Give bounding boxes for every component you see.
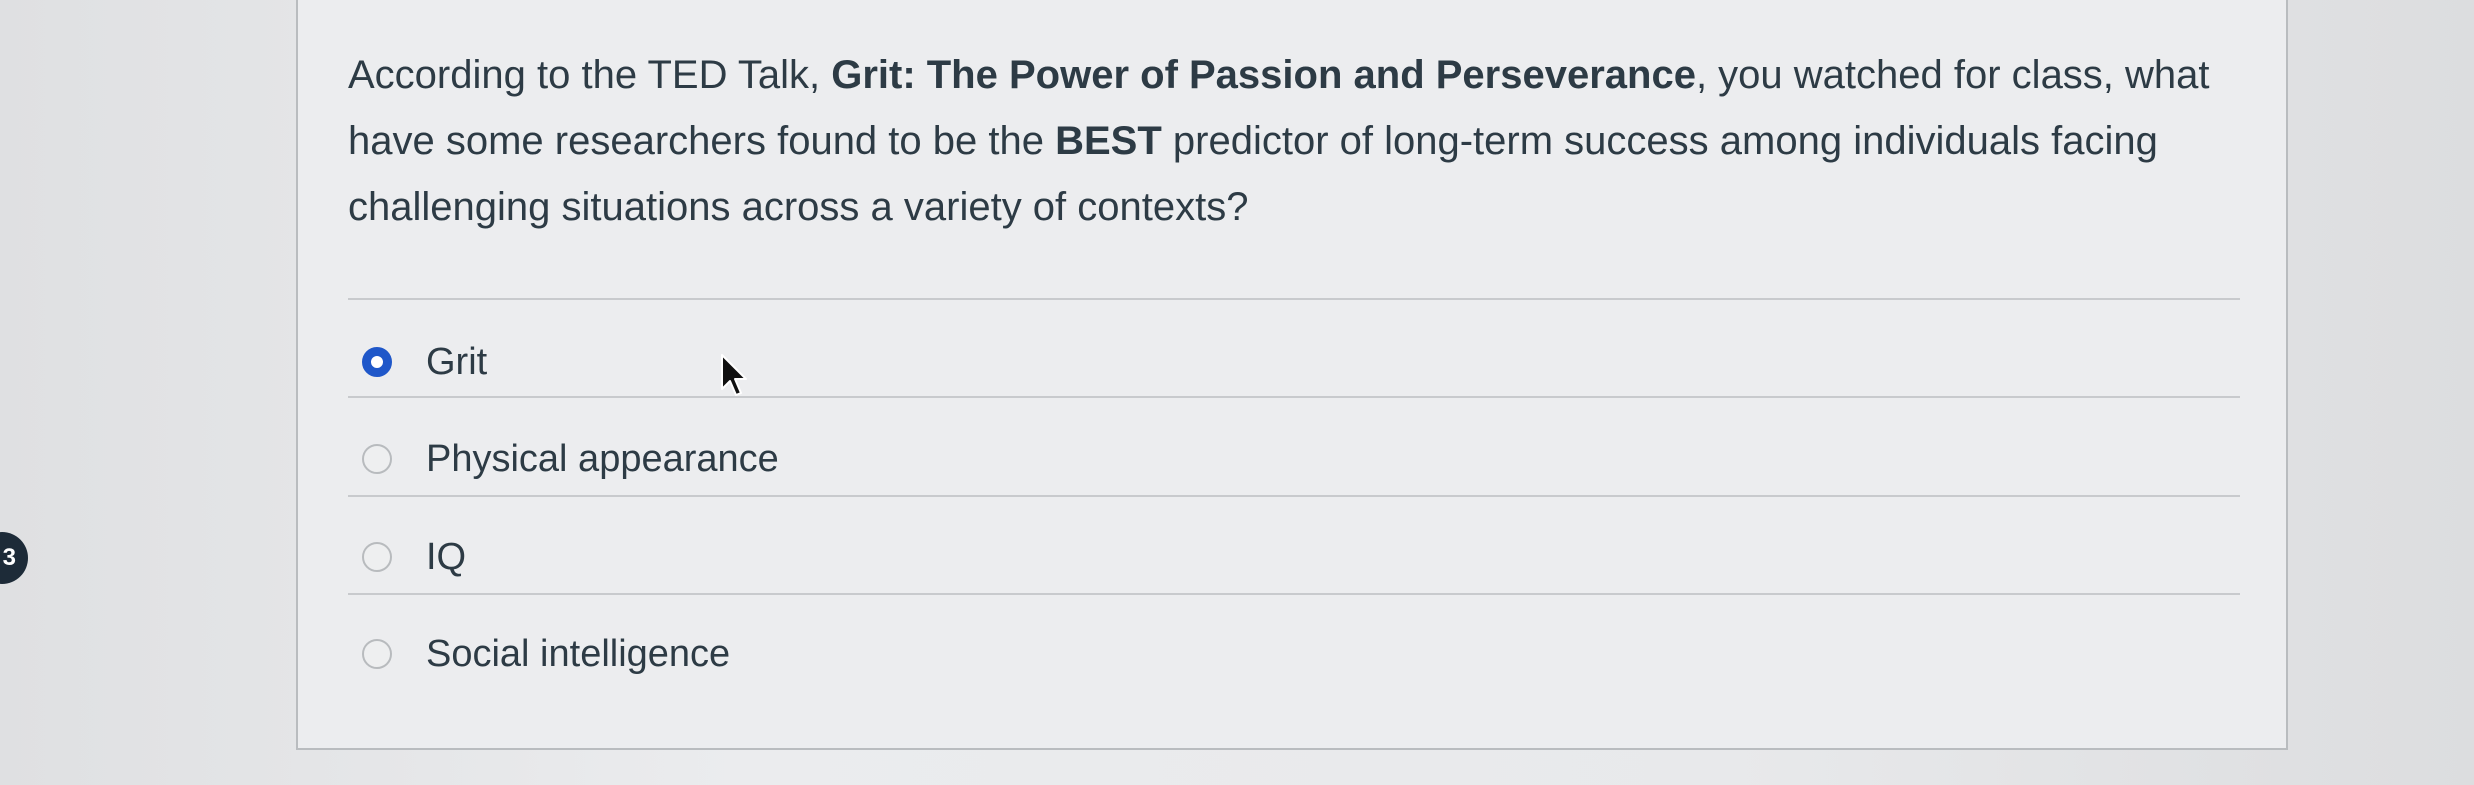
radio-button[interactable]	[362, 444, 392, 474]
answer-label[interactable]: IQ	[426, 536, 466, 579]
answer-divider	[348, 495, 2240, 497]
answer-divider	[348, 593, 2240, 595]
question-card: According to the TED Talk, Grit: The Pow…	[296, 0, 2288, 750]
answer-option-iq[interactable]: IQ	[348, 509, 2240, 605]
answer-label[interactable]: Physical appearance	[426, 438, 779, 481]
answer-option-social-intelligence[interactable]: Social intelligence	[348, 606, 2240, 702]
answer-label[interactable]: Social intelligence	[426, 633, 730, 676]
answers-top-divider	[348, 298, 2240, 300]
answer-option-physical-appearance[interactable]: Physical appearance	[348, 411, 2240, 507]
emphasis-best: BEST	[1055, 119, 1162, 163]
talk-title: Grit: The Power of Passion and Persevera…	[831, 53, 1696, 97]
radio-button[interactable]	[362, 542, 392, 572]
question-text-part1: According to the TED Talk,	[348, 53, 832, 97]
answer-label[interactable]: Grit	[426, 341, 487, 384]
mouse-pointer-icon	[721, 354, 747, 396]
question-text: According to the TED Talk, Grit: The Pow…	[348, 42, 2248, 240]
radio-button-selected[interactable]	[362, 347, 392, 377]
answer-divider	[348, 396, 2240, 398]
radio-button[interactable]	[362, 639, 392, 669]
